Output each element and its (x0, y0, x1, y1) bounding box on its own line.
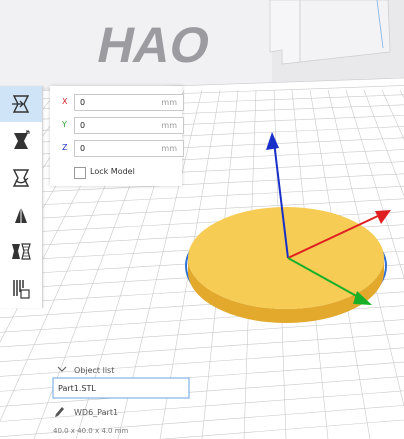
support-blocker-tool-button[interactable] (0, 271, 42, 307)
lock-model-label[interactable]: Lock Model (90, 167, 135, 176)
x-position-unit: mm (161, 98, 177, 107)
x-axis-label: X (62, 97, 68, 106)
tool-sidebar (0, 86, 43, 308)
y-position-input[interactable]: 0 mm (74, 117, 184, 134)
y-position-unit: mm (161, 121, 177, 130)
mirror-icon (15, 207, 27, 223)
model-dimensions: 40.0 x 40.0 x 4.0 mm (53, 427, 129, 435)
rotate-icon (12, 169, 30, 187)
x-position-input[interactable]: 0 mm (74, 94, 184, 111)
rotate-tool-button[interactable] (0, 160, 42, 196)
job-name[interactable]: WD6_Part1 (74, 408, 118, 417)
y-position-value: 0 (80, 121, 86, 130)
z-position-value: 0 (80, 144, 86, 153)
scale-icon (14, 130, 30, 149)
per-model-settings-tool-button[interactable] (0, 234, 42, 270)
mirror-tool-button[interactable] (0, 197, 42, 233)
x-position-row: X 0 mm (60, 94, 184, 112)
object-list-header[interactable]: Object list (74, 366, 114, 375)
y-position-row: Y 0 mm (60, 117, 184, 135)
z-position-input[interactable]: 0 mm (74, 140, 184, 157)
per-model-settings-icon (12, 243, 31, 260)
z-axis-label: Z (62, 143, 68, 152)
logo-backdrop-text: HAO (93, 17, 216, 73)
x-position-value: 0 (80, 98, 86, 107)
model-part1[interactable] (185, 207, 387, 323)
y-axis-label: Y (62, 120, 67, 129)
scale-tool-button[interactable] (0, 123, 42, 159)
3d-viewport[interactable]: HAO Object list Part1.STL WD6_Part1 40.0… (0, 0, 404, 439)
move-tool-button[interactable] (0, 86, 42, 122)
move-tool-panel: X 0 mm Y 0 mm Z 0 mm Lock Model (50, 86, 184, 186)
object-list-item[interactable]: Part1.STL (58, 384, 96, 393)
lock-model-checkbox[interactable] (74, 167, 86, 179)
z-position-row: Z 0 mm (60, 140, 184, 158)
model-top-face (188, 207, 384, 309)
z-position-unit: mm (161, 144, 177, 153)
move-icon (12, 95, 30, 113)
support-blocker-icon (13, 280, 30, 299)
